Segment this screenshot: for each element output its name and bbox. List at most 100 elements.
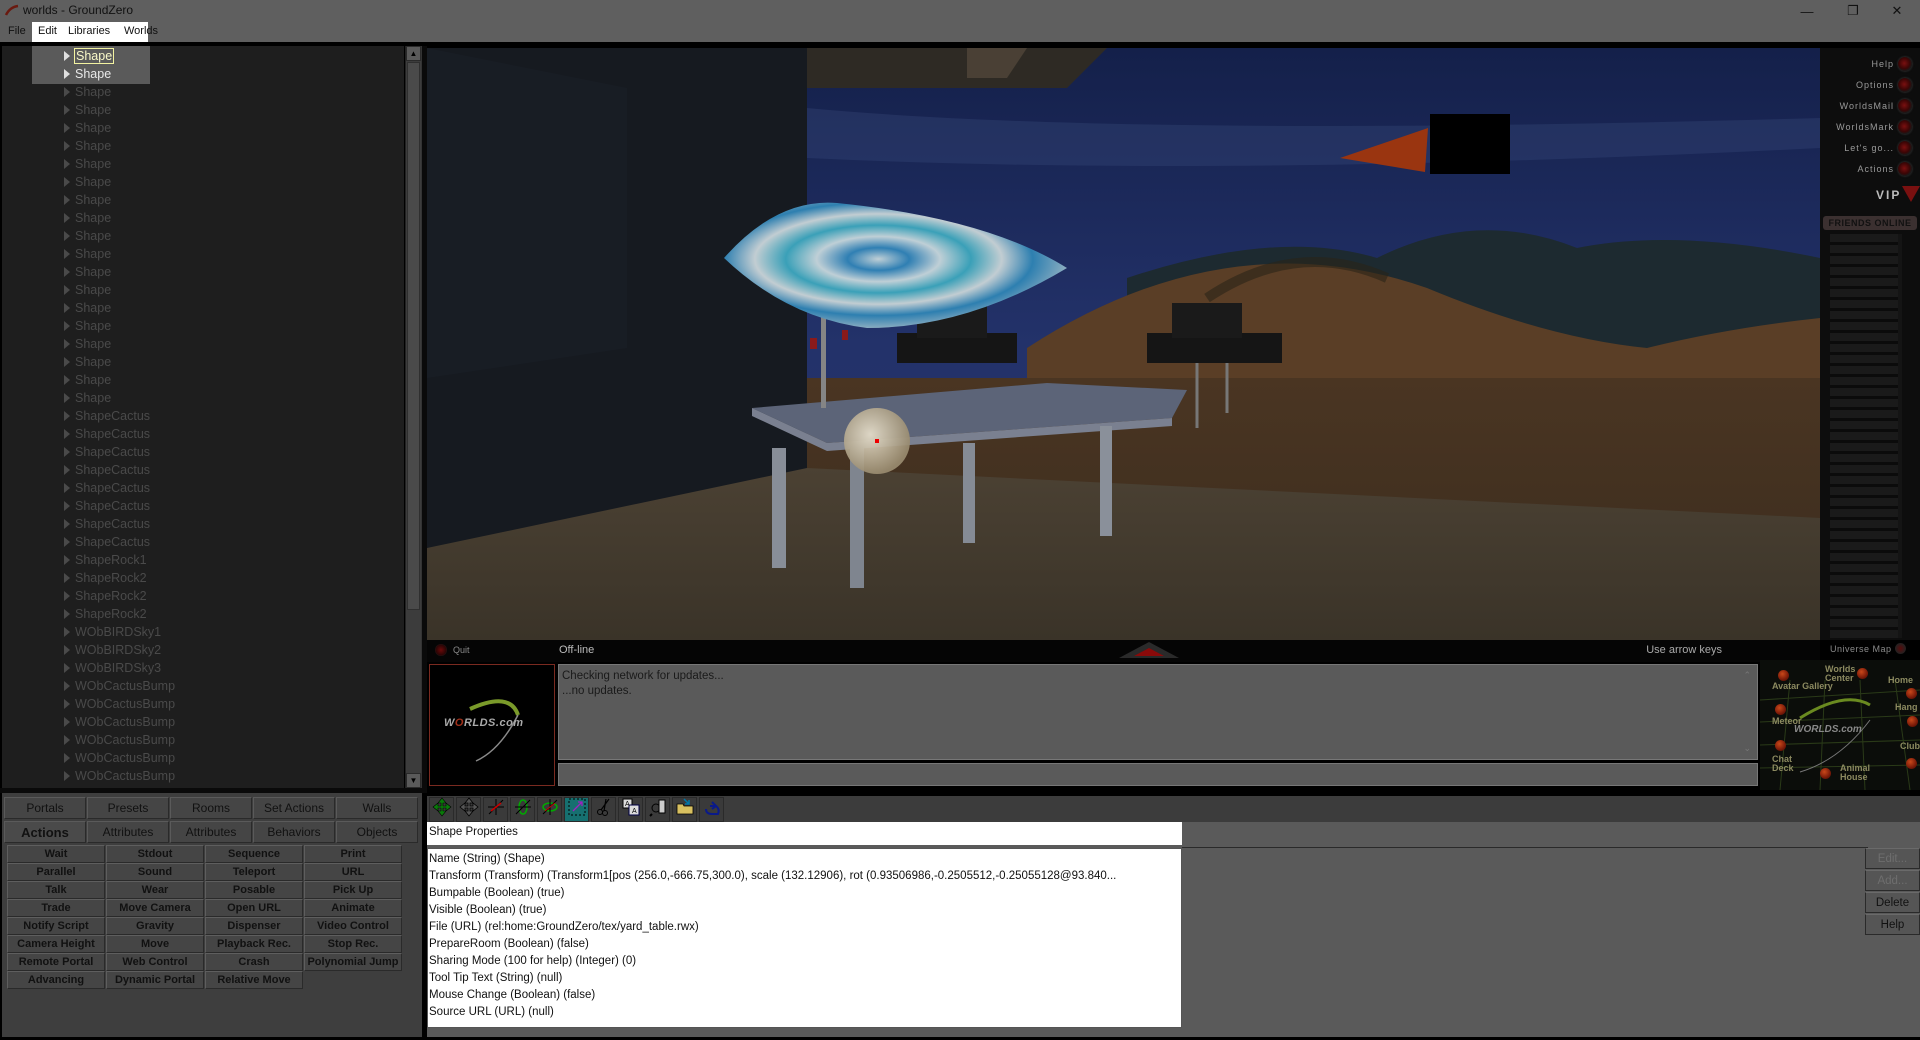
- tree-item[interactable]: ShapeCactus: [64, 461, 150, 479]
- side-letsgo-button[interactable]: Let's go...: [1844, 140, 1912, 156]
- rotate-z-tool-button[interactable]: [537, 797, 562, 822]
- map-hang[interactable]: Hang: [1895, 703, 1918, 712]
- expand-arrow-icon[interactable]: [64, 195, 70, 205]
- side-worldsmark-button[interactable]: WorldsMark: [1836, 119, 1912, 135]
- action-dispenser[interactable]: Dispenser: [205, 917, 303, 935]
- side-worldsmail-button[interactable]: WorldsMail: [1840, 98, 1912, 114]
- object-tree[interactable]: Shape Shape Shape Shape Shape Shape Shape Shape…: [2, 46, 404, 788]
- action-print[interactable]: Print: [304, 845, 402, 863]
- action-talk[interactable]: Talk: [7, 881, 105, 899]
- expand-arrow-icon[interactable]: [64, 375, 70, 385]
- action-playback-rec[interactable]: Playback Rec.: [205, 935, 303, 953]
- map-worlds-center[interactable]: Worlds Center: [1825, 665, 1859, 683]
- action-web-control[interactable]: Web Control: [106, 953, 204, 971]
- minimize-button[interactable]: —: [1784, 0, 1830, 22]
- property-row[interactable]: Visible (Boolean) (true): [429, 902, 1180, 919]
- action-notify-script[interactable]: Notify Script: [7, 917, 105, 935]
- copy-tool-button[interactable]: AA: [618, 797, 643, 822]
- menu-libraries[interactable]: Libraries: [68, 25, 110, 37]
- expand-arrow-icon[interactable]: [64, 69, 70, 79]
- tree-item[interactable]: Shape: [64, 263, 111, 281]
- tree-item[interactable]: Shape: [64, 317, 111, 335]
- expand-arrow-icon[interactable]: [64, 357, 70, 367]
- action-gravity[interactable]: Gravity: [106, 917, 204, 935]
- action-crash[interactable]: Crash: [205, 953, 303, 971]
- expand-arrow-icon[interactable]: [64, 663, 70, 673]
- action-sequence[interactable]: Sequence: [205, 845, 303, 863]
- tree-item[interactable]: Shape: [64, 83, 111, 101]
- tree-item[interactable]: WObCactusBump: [64, 713, 175, 731]
- tree-item[interactable]: ShapeCactus: [64, 407, 150, 425]
- add-button[interactable]: Add...: [1865, 870, 1920, 891]
- move-xy-tool-button[interactable]: [429, 797, 454, 822]
- map-avatar-gallery[interactable]: Avatar Gallery: [1772, 682, 1833, 691]
- tree-item[interactable]: Shape: [64, 65, 111, 83]
- side-options-button[interactable]: Options: [1856, 77, 1912, 93]
- tree-item[interactable]: Shape: [64, 299, 111, 317]
- expand-arrow-icon[interactable]: [64, 429, 70, 439]
- chat-scroll-down-icon[interactable]: ⌄: [1743, 741, 1751, 756]
- tab-walls[interactable]: Walls: [336, 797, 418, 819]
- tree-item[interactable]: ShapeRock2: [64, 605, 147, 623]
- expand-arrow-icon[interactable]: [64, 681, 70, 691]
- tree-item[interactable]: Shape: [64, 281, 111, 299]
- action-stop-rec[interactable]: Stop Rec.: [304, 935, 402, 953]
- action-video-control[interactable]: Video Control: [304, 917, 402, 935]
- tree-item[interactable]: ShapeRock2: [64, 569, 147, 587]
- scroll-up-button[interactable]: ▲: [406, 46, 421, 61]
- expand-arrow-icon[interactable]: [64, 267, 70, 277]
- tab-attributes[interactable]: Attributes: [170, 821, 252, 843]
- scroll-thumb[interactable]: [407, 62, 420, 610]
- tree-item[interactable]: Shape: [64, 101, 111, 119]
- property-row[interactable]: Tool Tip Text (String) (null): [429, 970, 1180, 987]
- chat-scroll-up-icon[interactable]: ⌃: [1743, 668, 1751, 683]
- tree-item[interactable]: WObCactusBump: [64, 677, 175, 695]
- tree-item[interactable]: Shape: [64, 209, 111, 227]
- expand-arrow-icon[interactable]: [64, 285, 70, 295]
- expand-arrow-icon[interactable]: [64, 303, 70, 313]
- action-wear[interactable]: Wear: [106, 881, 204, 899]
- 3d-viewport[interactable]: [427, 48, 1820, 640]
- expand-arrow-icon[interactable]: [64, 699, 70, 709]
- friends-list[interactable]: [1830, 234, 1902, 638]
- tree-item[interactable]: WObCactusBump: [64, 731, 175, 749]
- expand-arrow-icon[interactable]: [64, 465, 70, 475]
- tree-item[interactable]: ShapeRock2: [64, 587, 147, 605]
- tree-item[interactable]: WObBIRDSky2: [64, 641, 161, 659]
- expand-arrow-icon[interactable]: [64, 87, 70, 97]
- tab-presets[interactable]: Presets: [87, 797, 169, 819]
- tree-item[interactable]: Shape: [64, 227, 111, 245]
- side-actions-button[interactable]: Actions: [1857, 161, 1912, 177]
- action-sound[interactable]: Sound: [106, 863, 204, 881]
- tree-item[interactable]: WObBIRDSky1: [64, 623, 161, 641]
- expand-arrow-icon[interactable]: [64, 159, 70, 169]
- action-stdout[interactable]: Stdout: [106, 845, 204, 863]
- chat-log[interactable]: Checking network for updates... ...no up…: [558, 664, 1758, 760]
- scroll-down-button[interactable]: ▼: [406, 773, 421, 788]
- action-move-camera[interactable]: Move Camera: [106, 899, 204, 917]
- tree-item[interactable]: ShapeCactus: [64, 425, 150, 443]
- tab-attributes[interactable]: Attributes: [87, 821, 169, 843]
- tree-item[interactable]: ShapeRock1: [64, 551, 147, 569]
- property-row[interactable]: Source URL (URL) (null): [429, 1004, 1180, 1021]
- action-wait[interactable]: Wait: [7, 845, 105, 863]
- action-move[interactable]: Move: [106, 935, 204, 953]
- expand-arrow-icon[interactable]: [64, 735, 70, 745]
- universe-map[interactable]: Avatar Gallery Worlds Center Home Hang M…: [1760, 660, 1920, 790]
- expand-arrow-icon[interactable]: [64, 645, 70, 655]
- tree-item[interactable]: Shape: [64, 47, 115, 65]
- tree-item[interactable]: Shape: [64, 191, 111, 209]
- tree-item[interactable]: ShapeCactus: [64, 443, 150, 461]
- tab-rooms[interactable]: Rooms: [170, 797, 252, 819]
- expand-arrow-icon[interactable]: [64, 447, 70, 457]
- tree-item[interactable]: WObCactusBump: [64, 695, 175, 713]
- properties-list[interactable]: Name (String) (Shape) Transform (Transfor…: [427, 848, 1182, 1028]
- tree-item[interactable]: Shape: [64, 119, 111, 137]
- vip-label[interactable]: VIP: [1876, 188, 1901, 202]
- scale-tool-button[interactable]: [564, 797, 589, 822]
- map-chat-deck[interactable]: Chat Deck: [1772, 755, 1798, 773]
- tree-item[interactable]: Shape: [64, 173, 111, 191]
- expand-arrow-icon[interactable]: [64, 105, 70, 115]
- expand-arrow-icon[interactable]: [64, 177, 70, 187]
- expand-arrow-icon[interactable]: [64, 519, 70, 529]
